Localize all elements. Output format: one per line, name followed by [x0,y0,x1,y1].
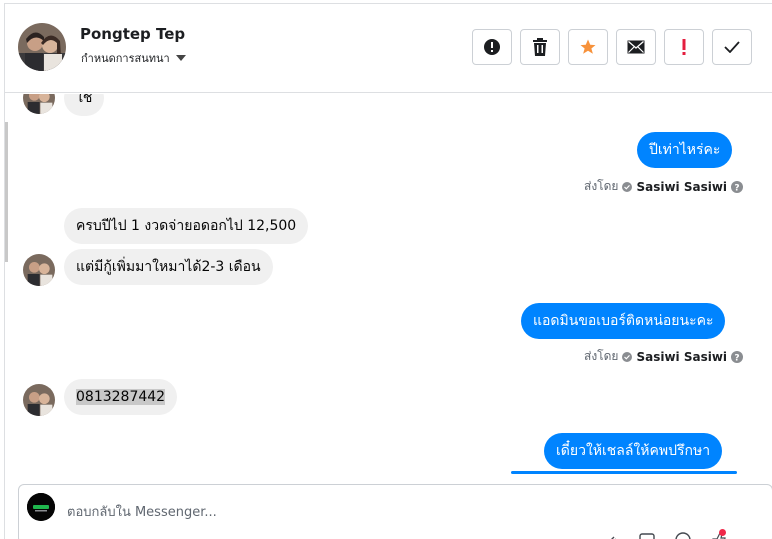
page-avatar [27,493,55,521]
left-scrollbar[interactable] [5,122,8,262]
incoming-message[interactable]: 0813287442 [64,379,178,415]
incoming-message[interactable]: ครบปีไป 1 งวดจ่ายอดอกไป 12,500 [64,208,309,244]
envelope-icon [627,40,645,54]
contact-avatar-small [23,254,55,286]
emoji-button[interactable] [674,531,692,539]
outgoing-message[interactable]: แอดมินขอเบอร์ติดหน่อยนะคะ [521,303,726,339]
star-icon [580,39,596,54]
notification-dot [719,529,726,536]
contact-avatar-small [23,384,55,416]
verified-icon [622,351,633,362]
emoji-icon [675,532,691,539]
check-icon [724,41,740,53]
message-thread[interactable]: ใช่ ปีเท่าไหร่คะ ส่งโดย Sasiwi Sasiwi ? … [5,94,772,474]
outgoing-message[interactable]: เดี๋ยวให้เชลล์ให้คพปรึกษา [544,433,723,469]
svg-text:?: ? [734,353,739,363]
header-actions [472,29,752,65]
sent-by-line: ส่งโดย Sasiwi Sasiwi ? [584,177,744,196]
verified-icon [622,181,633,192]
report-button[interactable] [472,29,512,65]
reply-input[interactable]: ตอบกลับใน Messenger... [67,501,217,522]
contact-avatar[interactable] [18,23,66,71]
sent-by-prefix: ส่งโดย [584,179,619,193]
sent-by-prefix: ส่งโดย [584,349,619,363]
sender-name[interactable]: Sasiwi Sasiwi [636,350,727,364]
star-button[interactable] [568,29,608,65]
exclamation-icon [682,39,686,55]
paperclip-icon [611,536,616,539]
caret-down-icon [175,55,186,61]
mark-unread-button[interactable] [616,29,656,65]
help-icon[interactable]: ? [731,350,744,363]
outgoing-message-partial [511,471,737,474]
svg-text:?: ? [734,183,739,193]
conversation-settings-label: กำหนดการสนทนา [81,52,170,65]
conversation-header: Pongtep Tep กำหนดการสนทนา [5,4,772,93]
chat-bubble-icon [639,533,655,539]
incoming-message[interactable]: ใช่ [64,94,105,116]
composer-toolbar [602,531,728,539]
sent-by-line: ส่งโดย Sasiwi Sasiwi ? [584,347,744,366]
selected-phone-number[interactable]: 0813287442 [76,389,166,405]
done-button[interactable] [712,29,752,65]
conversation-settings-dropdown[interactable]: กำหนดการสนทนา [81,49,186,67]
saved-replies-button[interactable] [638,531,656,539]
alert-circle-icon [484,39,500,55]
reply-composer[interactable]: ตอบกลับใน Messenger... [18,484,772,539]
spam-button[interactable] [664,29,704,65]
trash-icon [533,38,547,56]
attach-button[interactable] [602,531,620,539]
incoming-message[interactable]: แต่มีกู้เพิ่มมาใหมาได้2-3 เดือน [64,249,273,285]
sender-name[interactable]: Sasiwi Sasiwi [636,180,727,194]
contact-avatar-small [23,94,55,114]
conversation-panel: Pongtep Tep กำหนดการสนทนา ใช่ ปีเท่าไหร่… [4,3,772,539]
delete-button[interactable] [520,29,560,65]
help-icon[interactable]: ? [731,180,744,193]
outgoing-message[interactable]: ปีเท่าไหร่คะ [637,132,733,168]
contact-name[interactable]: Pongtep Tep [80,25,185,43]
